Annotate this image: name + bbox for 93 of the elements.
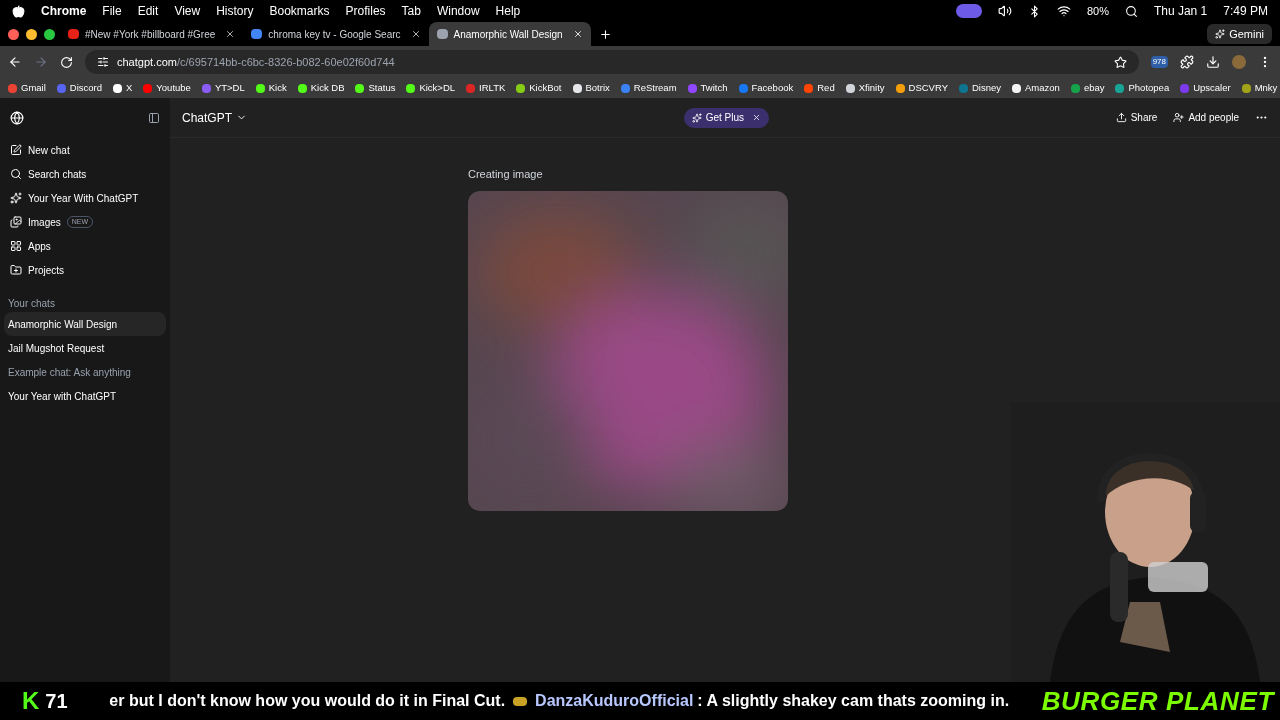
bookmark-link[interactable]: Kick>DL: [406, 80, 456, 96]
bookmark-link[interactable]: Kick DB: [297, 80, 345, 96]
share-icon: [1115, 112, 1127, 123]
folder-icon: [10, 264, 22, 276]
extensions-icon[interactable]: [1180, 55, 1194, 69]
bookmark-link[interactable]: DSCVRY: [895, 80, 948, 96]
sidebar-item[interactable]: Apps: [4, 234, 166, 258]
get-plus-button[interactable]: Get Plus: [683, 107, 770, 128]
extension-badge[interactable]: 978: [1150, 56, 1168, 68]
sidebar-item[interactable]: Search chats: [4, 162, 166, 186]
close-icon[interactable]: [410, 29, 421, 39]
viewer-count: 71: [45, 689, 69, 714]
sidebar-toggle-icon[interactable]: [148, 112, 160, 124]
bookmark-link[interactable]: Mnky: [1241, 80, 1278, 96]
new-tab-icon[interactable]: [598, 28, 612, 41]
sparkle-icon: [10, 192, 22, 204]
brand-logo: BURGER PLANET: [1041, 684, 1274, 718]
menu-item[interactable]: History: [216, 2, 254, 20]
chat-username: DanzaKuduroOfficial: [535, 691, 694, 711]
bookmark-link[interactable]: Twitch: [687, 80, 728, 96]
add-person-icon: [1173, 112, 1185, 123]
menu-item[interactable]: Tab: [401, 2, 421, 20]
bookmark-link[interactable]: YT>DL: [201, 80, 245, 96]
bookmark-link[interactable]: Red: [804, 80, 835, 96]
menu-app-name[interactable]: Chrome: [41, 2, 87, 20]
add-people-button[interactable]: Add people: [1173, 110, 1239, 125]
minimize-window-icon[interactable]: [26, 28, 37, 40]
wifi-icon[interactable]: [1056, 4, 1071, 18]
menu-item[interactable]: Help: [495, 2, 521, 20]
close-icon[interactable]: [572, 29, 583, 39]
menu-date: Thu Jan 1: [1153, 3, 1208, 20]
close-icon[interactable]: [225, 29, 236, 39]
bookmark-link[interactable]: IRLTK: [466, 80, 506, 96]
close-window-icon[interactable]: [8, 28, 19, 40]
sidebar-item[interactable]: New chat: [4, 138, 166, 162]
apple-icon[interactable]: [12, 4, 25, 18]
bookmark-link[interactable]: Upscaler: [1180, 80, 1231, 96]
download-icon[interactable]: [1206, 55, 1220, 69]
browser-tab[interactable]: chroma key tv - Google Searc: [268, 26, 401, 42]
bookmark-link[interactable]: Status: [355, 80, 396, 96]
bookmark-star-icon[interactable]: [1113, 55, 1127, 69]
ticker-text: er but I don't know how you would do it in Final Cut.: [109, 691, 506, 711]
chat-item[interactable]: Jail Mugshot Request: [4, 336, 166, 360]
bookmark-link[interactable]: KickBot: [516, 80, 562, 96]
bookmark-link[interactable]: ReStream: [620, 80, 677, 96]
menu-item[interactable]: File: [102, 2, 122, 20]
chat-item[interactable]: Example chat: Ask anything: [4, 360, 166, 384]
maximize-window-icon[interactable]: [44, 28, 55, 40]
close-icon: [752, 113, 762, 122]
chat-message: : A slightly shakey cam thats zooming in.: [697, 691, 1010, 711]
kick-logo-icon: K: [22, 683, 40, 719]
bookmark-link[interactable]: Gmail: [8, 80, 46, 96]
bookmark-link[interactable]: Botrix: [572, 80, 610, 96]
images-icon: [10, 216, 22, 228]
menu-item[interactable]: Bookmarks: [269, 2, 330, 20]
menu-time: 7:49 PM: [1223, 3, 1268, 20]
site-settings-icon[interactable]: [97, 56, 109, 68]
bookmark-link[interactable]: Disney: [958, 80, 1001, 96]
battery-percent: 80%: [1086, 3, 1109, 19]
menu-item[interactable]: Window: [436, 2, 480, 20]
search-icon[interactable]: [1124, 4, 1138, 18]
search-icon: [10, 168, 22, 180]
logo-icon[interactable]: [10, 111, 24, 125]
bookmark-link[interactable]: X: [113, 80, 133, 96]
bookmark-link[interactable]: Facebook: [738, 80, 794, 96]
menu-item[interactable]: View: [174, 2, 201, 20]
sidebar-item[interactable]: Your Year With ChatGPT: [4, 186, 166, 210]
bookmark-link[interactable]: Kick: [255, 80, 287, 96]
section-label: Your chats: [7, 296, 56, 311]
browser-tab[interactable]: #New #York #billboard #Gree: [85, 26, 216, 42]
bookmark-link[interactable]: Discord: [56, 80, 102, 96]
bookmark-link[interactable]: ebay: [1070, 80, 1105, 96]
sidebar-item[interactable]: Projects: [4, 258, 166, 282]
gemini-button[interactable]: Gemini: [1207, 24, 1272, 44]
bookmark-link[interactable]: Youtube: [143, 80, 191, 96]
menu-item[interactable]: Profiles: [345, 2, 386, 20]
model-selector[interactable]: ChatGPT: [182, 108, 247, 127]
sparkle-icon: [691, 112, 702, 123]
sparkle-icon: [1215, 29, 1226, 39]
back-icon[interactable]: [8, 55, 22, 69]
edit-icon: [10, 144, 22, 156]
reload-icon[interactable]: [60, 55, 73, 69]
share-button[interactable]: Share: [1115, 110, 1158, 125]
volume-icon[interactable]: [997, 4, 1012, 18]
bookmark-link[interactable]: Xfinity: [845, 80, 885, 96]
address-bar[interactable]: chatgpt.com/c/695714bb-c6bc-8326-b082-60e02f60d744: [85, 50, 1139, 74]
bookmark-link[interactable]: Amazon: [1012, 80, 1060, 96]
menu-item[interactable]: Edit: [137, 2, 159, 20]
status-text: Creating image: [468, 167, 544, 182]
bookmark-link[interactable]: Photopea: [1115, 80, 1170, 96]
chat-item[interactable]: Your Year with ChatGPT: [4, 384, 166, 408]
chat-item[interactable]: Anamorphic Wall Design: [4, 312, 166, 336]
apps-icon: [10, 240, 22, 252]
